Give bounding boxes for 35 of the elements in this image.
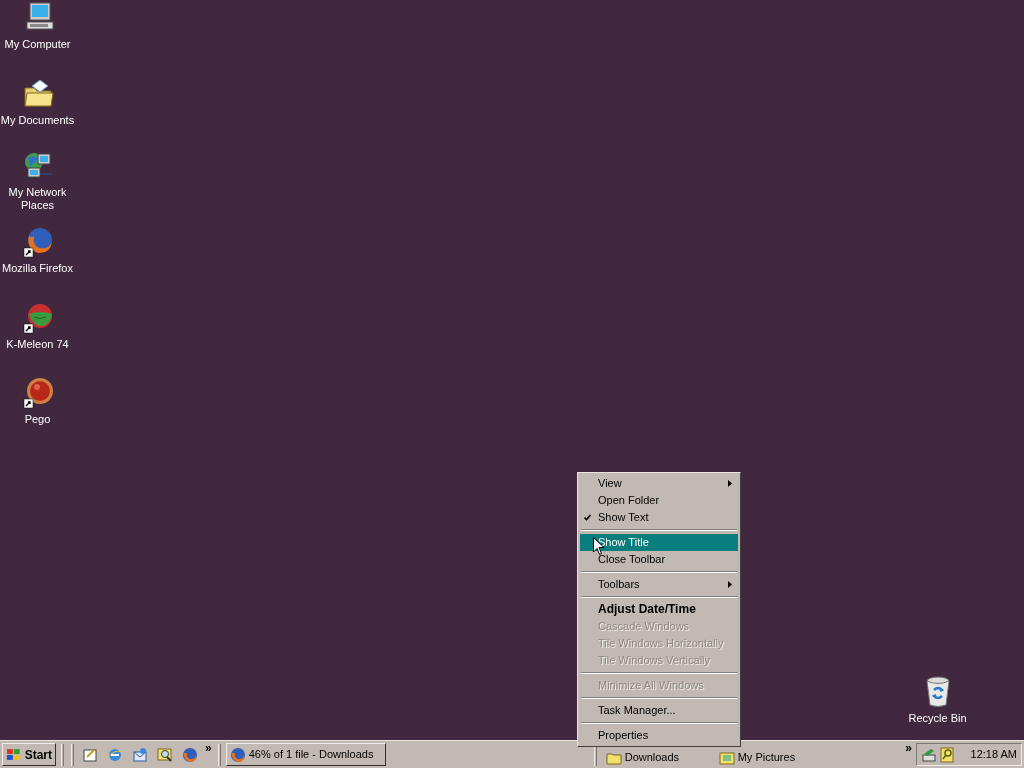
menu-item[interactable]: Task Manager... (580, 702, 738, 719)
desktop-icon-label[interactable]: My Network Places (6, 186, 69, 212)
toolbar-link[interactable]: My Pictures (718, 743, 819, 766)
folder-icon[interactable] (21, 78, 54, 110)
globe-icon (229, 746, 246, 763)
submenu-arrow-icon (728, 581, 732, 588)
menu-item[interactable]: Adjust Date/Time (580, 601, 738, 618)
ball-icon[interactable] (21, 377, 54, 409)
menu-item[interactable]: Show Title (580, 534, 738, 551)
desktop-icon-label[interactable]: Recycle Bin (908, 712, 967, 725)
menu-item[interactable]: Properties (580, 727, 738, 744)
globe-icon[interactable] (21, 226, 54, 258)
more-chevron[interactable]: » (904, 742, 913, 754)
desktop-icon-label[interactable]: Mozilla Firefox (0, 262, 75, 275)
desktop-icon-label[interactable]: K-Meleon 74 (0, 338, 75, 351)
more-chevron[interactable]: » (204, 742, 213, 754)
desktop-icon-label[interactable]: My Computer (0, 38, 75, 51)
start-button[interactable]: Start (2, 743, 56, 766)
menu-item[interactable]: Toolbars (580, 576, 738, 593)
menu-item[interactable]: View (580, 475, 738, 492)
taskbar-button[interactable]: 46% of 1 file - Downloads (225, 743, 386, 766)
search-icon[interactable] (157, 746, 173, 763)
picture-folder-icon (718, 749, 735, 766)
menu-item[interactable]: Open Folder (580, 492, 738, 509)
clock-text[interactable]: 12:18 AM (970, 746, 1017, 763)
windows-logo-icon (6, 747, 22, 762)
toolbar-link[interactable]: Downloads (605, 743, 716, 766)
ball-icon[interactable] (21, 302, 54, 334)
menu-item[interactable]: Close Toolbar (580, 551, 738, 568)
desktop-icon-label[interactable]: My Documents (0, 114, 75, 127)
submenu-arrow-icon (728, 480, 732, 487)
menu-item[interactable]: Show Text (580, 509, 738, 526)
mail-icon[interactable] (132, 746, 148, 763)
browser-icon[interactable] (107, 746, 123, 763)
desktop-icon-label[interactable]: Pego (0, 413, 75, 426)
